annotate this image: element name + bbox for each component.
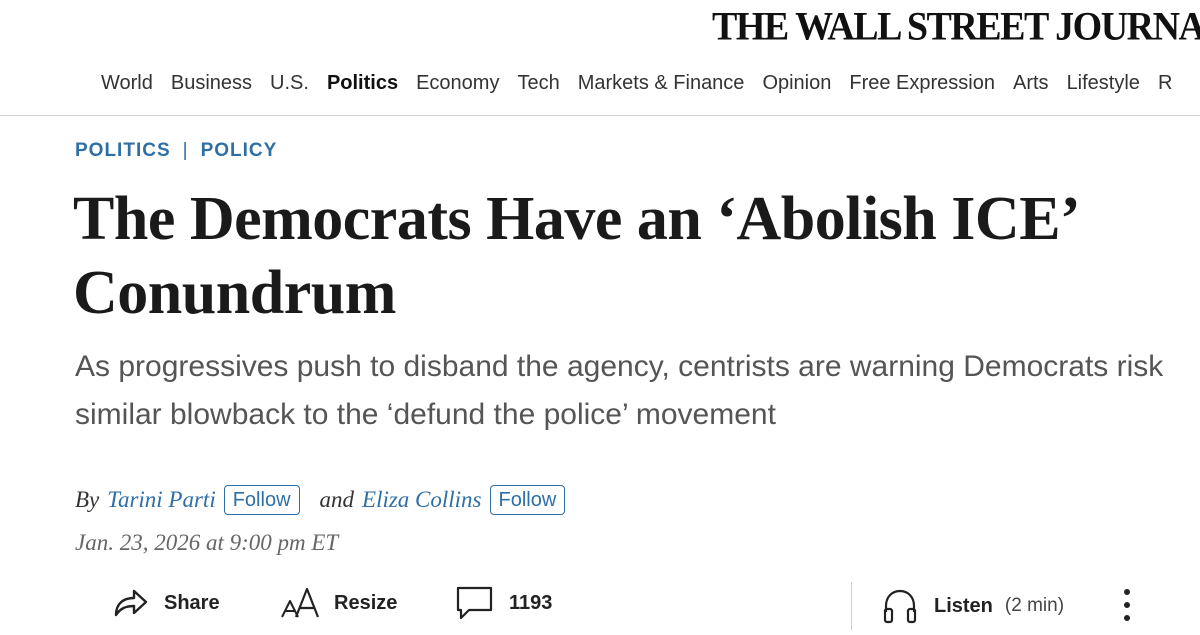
nav-item-arts[interactable]: Arts (1013, 68, 1049, 98)
more-vertical-icon[interactable] (1117, 586, 1137, 626)
nav-divider (0, 115, 1200, 116)
author-link-tarini-parti[interactable]: Tarini Parti (107, 487, 215, 513)
breadcrumb: POLITICS | POLICY (75, 140, 277, 162)
resize-label: Resize (334, 591, 398, 614)
listen-label: Listen (934, 594, 993, 617)
follow-button-author2[interactable]: Follow (489, 485, 566, 515)
byline-and: and (319, 487, 355, 512)
article-headline: The Democrats Have an ‘Abolish ICE’ Conu… (73, 185, 1076, 327)
nav-item-real-estate[interactable]: R (1158, 68, 1172, 98)
byline-by: By (75, 487, 100, 512)
comment-bubble-icon (456, 586, 493, 620)
nav-item-business[interactable]: Business (171, 68, 252, 98)
share-button[interactable]: Share (110, 582, 220, 624)
headphones-icon (883, 589, 917, 624)
breadcrumb-separator: | (182, 140, 189, 161)
nav-item-us[interactable]: U.S. (270, 68, 309, 98)
nav-item-politics[interactable]: Politics (327, 68, 398, 98)
share-arrow-icon (114, 589, 148, 617)
section-nav: World Business U.S. Politics Economy Tec… (101, 68, 1200, 98)
comment-count: 1193 (509, 591, 553, 614)
publish-date: Jan. 23, 2026 at 9:00 pm ET (75, 530, 339, 555)
author-link-eliza-collins[interactable]: Eliza Collins (362, 487, 482, 513)
nav-item-tech[interactable]: Tech (517, 68, 559, 98)
toolbar-divider (851, 582, 852, 630)
follow-button-author1[interactable]: Follow (223, 485, 300, 515)
byline: By Tarini Parti Follow and Eliza Collins… (75, 485, 566, 515)
nav-item-world[interactable]: World (101, 68, 153, 98)
share-label: Share (164, 591, 220, 614)
masthead-logo[interactable]: THE WALL STREET JOURNAL. (712, 4, 1200, 50)
breadcrumb-politics[interactable]: POLITICS (75, 140, 171, 162)
nav-item-economy[interactable]: Economy (416, 68, 499, 98)
resize-button[interactable]: Resize (280, 582, 397, 624)
nav-item-free-expression[interactable]: Free Expression (849, 68, 995, 98)
nav-item-opinion[interactable]: Opinion (762, 68, 831, 98)
nav-item-markets-finance[interactable]: Markets & Finance (578, 68, 745, 98)
article-dek: As progressives push to disband the agen… (75, 350, 1164, 431)
listen-duration: (2 min) (1004, 595, 1065, 616)
listen-button[interactable]: Listen (2 min) (880, 585, 1064, 627)
nav-item-lifestyle[interactable]: Lifestyle (1067, 68, 1140, 98)
comments-button[interactable]: 1193 (455, 582, 552, 624)
text-resize-icon (281, 587, 320, 618)
breadcrumb-policy[interactable]: POLICY (201, 140, 278, 162)
